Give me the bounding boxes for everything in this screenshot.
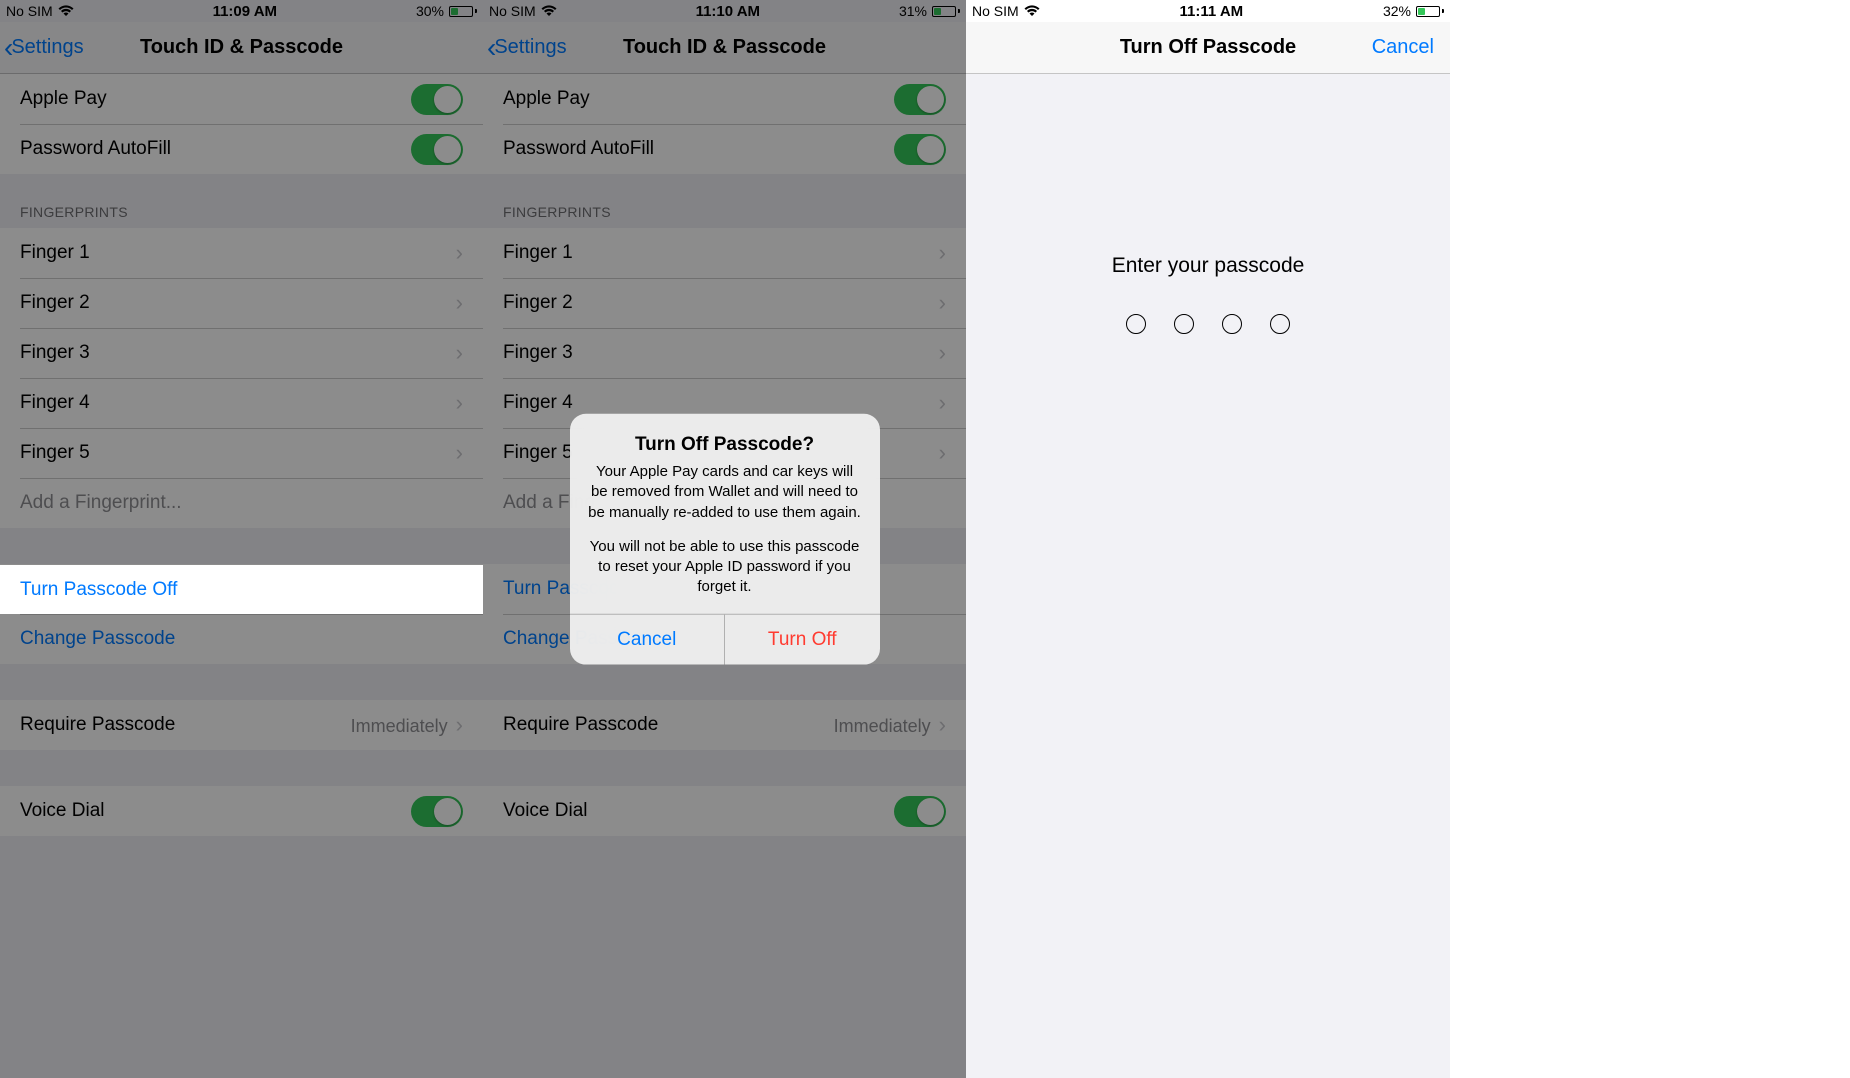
alert-cancel-label: Cancel [617,628,676,650]
password-autofill-row: Password AutoFill [0,124,483,174]
apple-pay-toggle[interactable] [411,84,463,115]
fingerprint-row[interactable]: Finger 3 › [0,328,483,378]
fingerprint-row[interactable]: Finger 2 › [0,278,483,328]
passcode-dot [1174,314,1194,334]
require-passcode-row[interactable]: Require Passcode Immediately › [0,700,483,750]
battery-percent: 30% [416,3,444,19]
screenshot-step-3: No SIM 11:11 AM 32% Turn Off Passcode Ca… [966,0,1450,1078]
passcode-prompt: Enter your passcode [966,254,1450,278]
wifi-icon [58,5,74,17]
fingerprint-row[interactable]: Finger 1 › [0,228,483,278]
turn-passcode-off-label: Turn Passcode Off [20,579,177,601]
back-button[interactable]: ‹ Settings [4,34,84,62]
chevron-right-icon: › [456,290,463,316]
carrier-label: No SIM [972,3,1019,19]
fingerprint-label: Finger 5 [20,442,90,464]
alert-title: Turn Off Passcode? [588,434,862,456]
page-title: Touch ID & Passcode [140,36,343,59]
change-passcode-row[interactable]: Change Passcode [0,614,483,664]
fingerprint-label: Finger 1 [20,242,90,264]
status-bar: No SIM 11:09 AM 30% [0,0,483,22]
password-autofill-toggle[interactable] [411,134,463,165]
password-autofill-label: Password AutoFill [20,138,171,160]
passcode-dot [1126,314,1146,334]
fingerprint-label: Finger 2 [20,292,90,314]
navbar: Turn Off Passcode Cancel [966,22,1450,74]
fingerprint-row[interactable]: Finger 4 › [0,378,483,428]
require-passcode-label: Require Passcode [20,714,175,736]
add-fingerprint-row[interactable]: Add a Fingerprint... [0,478,483,528]
carrier-label: No SIM [6,3,53,19]
status-time: 11:09 AM [213,3,277,20]
alert-message-line: You will not be able to use this passcod… [588,537,862,598]
fingerprint-label: Finger 3 [20,342,90,364]
passcode-dot [1222,314,1242,334]
alert-message-line: Your Apple Pay cards and car keys will b… [588,462,862,523]
battery-icon [1416,6,1444,17]
wifi-icon [1024,5,1040,17]
passcode-dot [1270,314,1290,334]
status-time: 11:11 AM [1180,3,1244,20]
battery-percent: 32% [1383,3,1411,19]
add-fingerprint-label: Add a Fingerprint... [20,492,182,514]
cancel-button[interactable]: Cancel [1372,36,1434,59]
chevron-right-icon: › [456,440,463,466]
chevron-right-icon: › [456,240,463,266]
alert-message: Your Apple Pay cards and car keys will b… [588,462,862,598]
apple-pay-label: Apple Pay [20,88,107,110]
voice-dial-label: Voice Dial [20,800,105,822]
turn-off-passcode-alert: Turn Off Passcode? Your Apple Pay cards … [570,414,880,665]
fingerprint-label: Finger 4 [20,392,90,414]
change-passcode-label: Change Passcode [20,628,175,650]
screenshot-step-1: No SIM 11:09 AM 30% ‹ Settings Touch ID … [0,0,483,1078]
navbar: ‹ Settings Touch ID & Passcode [0,22,483,74]
screenshot-step-2: No SIM 11:10 AM 31% ‹ Settings Touch ID … [483,0,966,1078]
chevron-right-icon: › [456,340,463,366]
require-passcode-value: Immediately [351,716,448,736]
page-title: Turn Off Passcode [1120,36,1296,59]
turn-passcode-off-highlighted[interactable]: Turn Passcode Off [0,565,483,614]
apple-pay-row: Apple Pay [0,74,483,124]
voice-dial-toggle[interactable] [411,796,463,827]
status-bar: No SIM 11:11 AM 32% [966,0,1450,22]
cancel-label: Cancel [1372,36,1434,58]
back-label: Settings [11,36,83,59]
alert-turn-off-label: Turn Off [768,628,837,650]
voice-dial-row: Voice Dial [0,786,483,836]
battery-icon [449,6,477,17]
fingerprints-header: FINGERPRINTS [0,174,483,228]
fingerprint-row[interactable]: Finger 5 › [0,428,483,478]
passcode-dots [966,314,1450,334]
alert-cancel-button[interactable]: Cancel [570,614,725,664]
alert-turn-off-button[interactable]: Turn Off [724,614,880,664]
chevron-right-icon: › [456,712,463,737]
chevron-right-icon: › [456,390,463,416]
